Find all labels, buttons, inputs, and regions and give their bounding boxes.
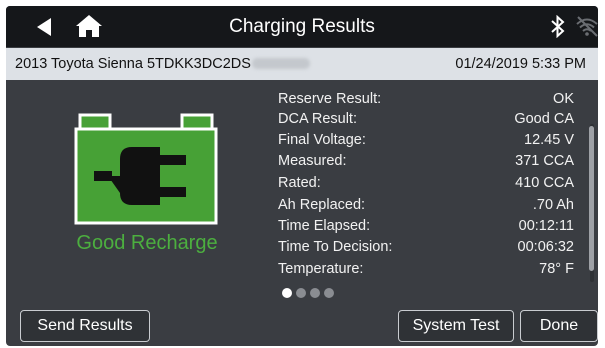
result-value: 371 CCA <box>515 153 574 169</box>
result-row-measured: Measured: 371 CCA <box>278 153 574 173</box>
result-value: 410 CCA <box>515 175 574 191</box>
result-label: Time To Decision: <box>278 239 393 255</box>
result-value: OK <box>553 92 574 107</box>
result-label: Measured: <box>278 153 347 169</box>
result-label: Temperature: <box>278 261 364 277</box>
result-row-time-elapsed: Time Elapsed: 00:12:11 <box>278 218 574 238</box>
result-label: Reserve Result: <box>278 92 382 107</box>
result-label: Ah Replaced: <box>278 197 366 213</box>
vehicle-info: 2013 Toyota Sienna 5TDKK3DC2DS <box>15 56 310 72</box>
result-value: 00:12:11 <box>518 218 574 234</box>
vehicle-label: 2013 Toyota Sienna 5TDKK3DC2DS <box>15 56 251 72</box>
result-value: Good CA <box>514 111 574 127</box>
results-list[interactable]: Reserve Result: OK DCA Result: Good CA F… <box>278 92 580 282</box>
charge-status: Good Recharge <box>76 232 218 254</box>
title-bar: Charging Results <box>6 6 598 47</box>
result-label: Rated: <box>278 175 321 191</box>
system-test-button[interactable]: System Test <box>398 310 514 342</box>
wifi-off-icon <box>576 16 598 37</box>
result-value: 12.45 V <box>524 132 574 148</box>
result-label: DCA Result: <box>278 111 357 127</box>
bluetooth-icon <box>551 15 565 38</box>
result-row-rated: Rated: 410 CCA <box>278 175 574 195</box>
page-dot-3[interactable] <box>310 288 320 298</box>
battery-plug-icon <box>74 113 218 225</box>
page-dot-4[interactable] <box>324 288 334 298</box>
result-value: .70 Ah <box>532 197 574 213</box>
date-time: 01/24/2019 5:33 PM <box>455 56 586 72</box>
result-row-temperature: Temperature: 78° F <box>278 261 574 281</box>
result-row-reserve: Reserve Result: OK <box>278 92 574 111</box>
send-results-button[interactable]: Send Results <box>20 310 150 342</box>
result-row-final-voltage: Final Voltage: 12.45 V <box>278 132 574 152</box>
result-label: Time Elapsed: <box>278 218 371 234</box>
result-row-time-to-decision: Time To Decision: 00:06:32 <box>278 239 574 259</box>
done-button[interactable]: Done <box>520 310 598 342</box>
page-title: Charging Results <box>229 16 375 37</box>
result-row-ah-replaced: Ah Replaced: .70 Ah <box>278 197 574 217</box>
vehicle-info-bar: 2013 Toyota Sienna 5TDKK3DC2DS 01/24/201… <box>6 48 598 80</box>
result-label: Final Voltage: <box>278 132 366 148</box>
vin-redaction <box>251 58 310 69</box>
result-value: 00:06:32 <box>517 239 574 255</box>
scrollbar-thumb[interactable] <box>589 126 594 271</box>
page-dot-2[interactable] <box>296 288 306 298</box>
result-row-dca: DCA Result: Good CA <box>278 111 574 131</box>
page-dot-1[interactable] <box>282 288 292 298</box>
result-value: 78° F <box>539 261 574 277</box>
screen: Charging Results 2013 Toyota Sienna 5TDK… <box>6 6 598 346</box>
